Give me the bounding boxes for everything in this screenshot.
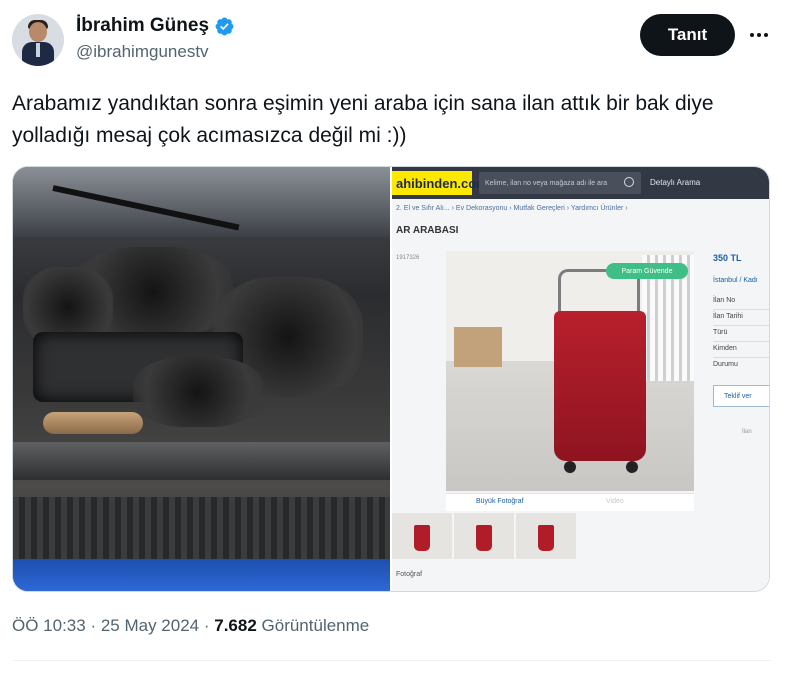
secure-payment-badge: Param Güvende — [606, 263, 688, 279]
site-search-input: Kelime, ilan no veya mağaza adı ile ara — [479, 172, 641, 194]
field-label: İlan Tarihi — [713, 313, 743, 320]
detail-search-link: Detaylı Arama — [650, 178, 701, 187]
listing-main-photo — [446, 251, 694, 491]
make-offer-button: Teklif ver — [713, 385, 769, 407]
meta-separator: · — [85, 616, 101, 635]
divider — [12, 660, 772, 661]
search-icon — [624, 177, 634, 187]
photo-thumbnails — [392, 513, 769, 561]
breadcrumb: 2. El ve Sıfır Alı... › Ev Dekorasyonu ›… — [396, 205, 628, 212]
author-display-name[interactable]: İbrahim Güneş — [76, 15, 209, 37]
verified-badge-icon — [215, 17, 234, 35]
author-handle[interactable]: @ibrahimgunestv — [76, 42, 209, 62]
avatar[interactable] — [12, 14, 64, 66]
tweet-date[interactable]: 25 May 2024 — [101, 616, 199, 635]
field-label: Durumu — [713, 361, 738, 368]
tab-video: Video — [606, 498, 624, 505]
meta-separator: · — [199, 616, 215, 635]
field-label: Türü — [713, 329, 728, 336]
tweet-meta: ÖÖ 10:33 · 25 May 2024 · 7.682 Görüntüle… — [12, 616, 369, 636]
view-count: 7.682 — [214, 616, 257, 635]
author-name-row[interactable]: İbrahim Güneş — [76, 14, 235, 38]
listing-id: 1917326 — [396, 255, 420, 261]
tweet-time[interactable]: ÖÖ 10:33 — [12, 616, 86, 635]
thumbnails-caption: Fotoğraf — [396, 571, 423, 578]
site-logo: ahibinden.com — [392, 171, 488, 195]
view-count-label: Görüntülenme — [261, 616, 370, 635]
tweet-media[interactable]: ahibinden.com Kelime, ilan no veya mağaz… — [12, 166, 770, 592]
more-options-icon[interactable] — [744, 20, 774, 50]
tweet-text: Arabamız yandıktan sonra eşimin yeni ara… — [12, 92, 714, 147]
tweet: İbrahim Güneş @ibrahimgunestv Tanıt Arab… — [0, 0, 800, 677]
field-label: İlan No — [713, 297, 736, 304]
listing-link: İlan — [742, 429, 752, 435]
listing-location: İstanbul / Kadı — [713, 277, 758, 284]
tab-big-photo: Büyük Fotoğraf — [476, 498, 524, 505]
listing-screenshot-photo[interactable]: ahibinden.com Kelime, ilan no veya mağaz… — [392, 167, 769, 591]
field-label: Kimden — [713, 345, 737, 352]
follow-button[interactable]: Tanıt — [640, 14, 735, 56]
photo-tabs: Büyük Fotoğraf Video — [446, 493, 694, 511]
listing-title: AR ARABASI — [396, 225, 459, 236]
burnt-engine-photo[interactable] — [13, 167, 390, 591]
listing-price: 350 TL — [713, 253, 742, 263]
